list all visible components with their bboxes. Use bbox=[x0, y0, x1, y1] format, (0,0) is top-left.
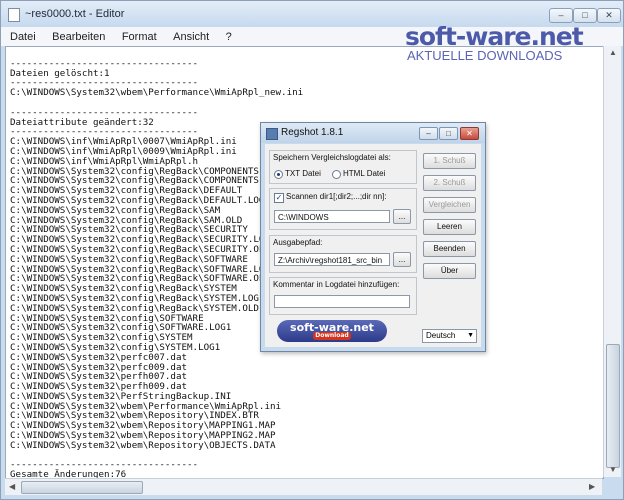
second-shot-button[interactable]: 2. Schuß bbox=[423, 175, 476, 191]
softwarenet-logo: soft-ware.net Download bbox=[277, 320, 387, 342]
notepad-icon bbox=[8, 8, 20, 22]
minimize-button[interactable]: – bbox=[549, 8, 573, 23]
menu-datei[interactable]: Datei bbox=[7, 28, 39, 47]
save-format-group: Speichern Vergleichslogdatei als: TXT Da… bbox=[269, 150, 417, 184]
language-select[interactable]: Deutsch ▼ bbox=[422, 329, 477, 343]
menu-ansicht[interactable]: Ansicht bbox=[170, 28, 212, 47]
html-radio[interactable] bbox=[332, 170, 341, 179]
horizontal-scroll-thumb[interactable] bbox=[21, 481, 143, 494]
save-format-label: Speichern Vergleichslogdatei als: bbox=[273, 153, 391, 162]
first-shot-button[interactable]: 1. Schuß bbox=[423, 153, 476, 169]
vertical-scroll-thumb[interactable] bbox=[606, 344, 620, 468]
about-button[interactable]: Über bbox=[423, 263, 476, 279]
scan-label: Scannen dir1[;dir2;...;dir nn]: bbox=[286, 192, 387, 201]
chevron-down-icon: ▼ bbox=[467, 332, 474, 339]
output-path-group: Ausgabepfad: Z:\Archiv\regshot181_src_bi… bbox=[269, 235, 417, 273]
window-title: ~res0000.txt - Editor bbox=[25, 8, 125, 20]
scroll-left-icon[interactable]: ◀ bbox=[9, 482, 15, 491]
regshot-maximize-button[interactable]: □ bbox=[439, 127, 458, 140]
menu-format[interactable]: Format bbox=[119, 28, 160, 47]
output-browse-button[interactable]: ... bbox=[393, 252, 411, 267]
clear-button[interactable]: Leeren bbox=[423, 219, 476, 235]
horizontal-scrollbar[interactable]: ◀ ▶ bbox=[5, 478, 602, 495]
regshot-title-bar[interactable]: Regshot 1.8.1 – □ ✕ bbox=[261, 123, 485, 143]
scroll-right-icon[interactable]: ▶ bbox=[589, 482, 595, 491]
language-value: Deutsch bbox=[426, 331, 456, 340]
scan-dir-group: ✓ Scannen dir1[;dir2;...;dir nn]: C:\WIN… bbox=[269, 188, 417, 230]
comment-group: Kommentar in Logdatei hinzufügen: bbox=[269, 277, 417, 315]
watermark-main: soft-ware.net bbox=[405, 22, 584, 51]
logo-download-badge: Download bbox=[313, 332, 351, 340]
maximize-button[interactable]: □ bbox=[573, 8, 597, 23]
html-radio-label: HTML Datei bbox=[343, 169, 386, 178]
regshot-close-button[interactable]: ✕ bbox=[460, 127, 479, 140]
vertical-scrollbar[interactable]: ▲ ▼ bbox=[603, 46, 621, 477]
quit-button[interactable]: Beenden bbox=[423, 241, 476, 257]
regshot-window: Regshot 1.8.1 – □ ✕ Speichern Vergleichs… bbox=[260, 122, 486, 352]
scan-dir-input[interactable]: C:\WINDOWS bbox=[274, 210, 390, 223]
comment-input[interactable] bbox=[274, 295, 410, 308]
regshot-body: Speichern Vergleichslogdatei als: TXT Da… bbox=[265, 144, 481, 347]
scroll-up-icon[interactable]: ▲ bbox=[609, 48, 617, 57]
regshot-minimize-button[interactable]: – bbox=[419, 127, 438, 140]
scroll-down-icon[interactable]: ▼ bbox=[609, 465, 617, 474]
regshot-app-icon bbox=[266, 128, 278, 140]
compare-button[interactable]: Vergleichen bbox=[423, 197, 476, 213]
scan-browse-button[interactable]: ... bbox=[393, 209, 411, 224]
txt-radio[interactable] bbox=[274, 170, 283, 179]
scan-checkbox[interactable]: ✓ bbox=[274, 193, 284, 203]
watermark-logo: soft-ware.net AKTUELLE DOWNLOADS bbox=[405, 22, 584, 63]
output-path-label: Ausgabepfad: bbox=[273, 238, 323, 247]
regshot-title: Regshot 1.8.1 bbox=[281, 127, 344, 138]
menu-help[interactable]: ? bbox=[223, 28, 235, 47]
txt-radio-label: TXT Datei bbox=[285, 169, 321, 178]
close-button[interactable]: ✕ bbox=[597, 8, 621, 23]
output-path-input[interactable]: Z:\Archiv\regshot181_src_bin bbox=[274, 253, 390, 266]
comment-label: Kommentar in Logdatei hinzufügen: bbox=[273, 280, 400, 289]
menu-bearbeiten[interactable]: Bearbeiten bbox=[49, 28, 108, 47]
